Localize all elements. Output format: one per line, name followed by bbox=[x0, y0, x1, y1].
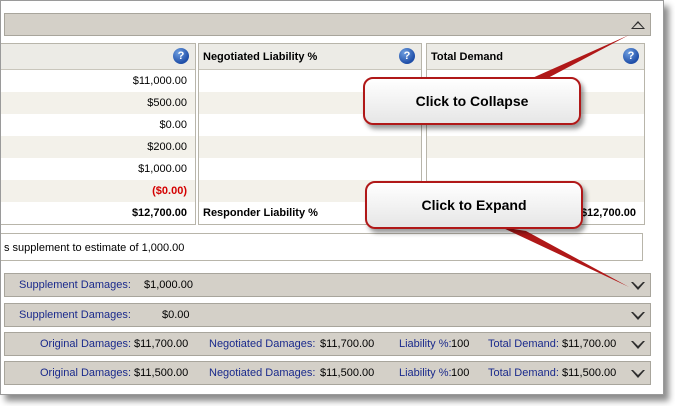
screenshot-frame: ? $11,000.00 $500.00 $0.00 $200.00 $1,00… bbox=[0, 0, 664, 395]
expand-callout: Click to Expand bbox=[365, 181, 583, 229]
collapse-callout: Click to Collapse bbox=[363, 77, 581, 125]
collapse-pointer bbox=[521, 35, 629, 83]
expand-pointer bbox=[501, 227, 629, 287]
